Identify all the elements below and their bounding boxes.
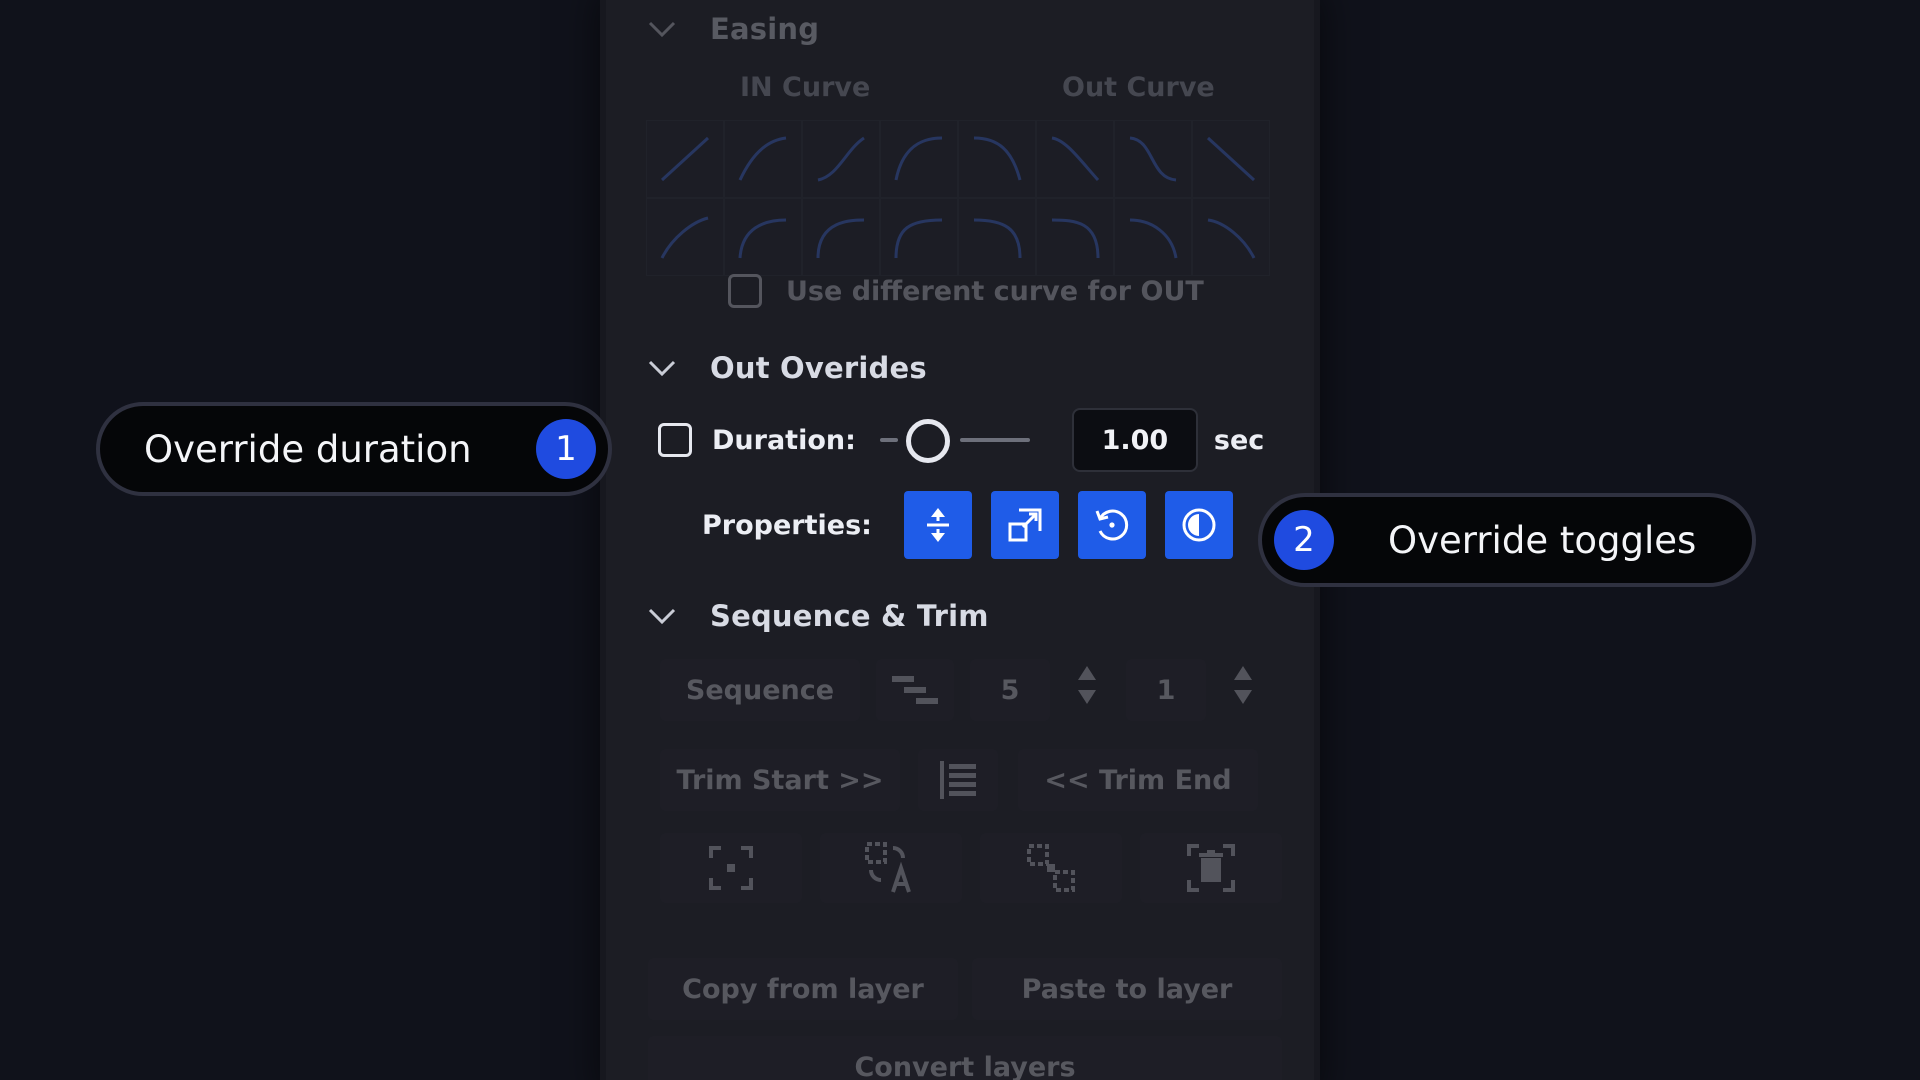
sequence-a-stepper[interactable] xyxy=(1078,666,1096,704)
different-curve-label: Use different curve for OUT xyxy=(786,275,1204,307)
curve-soft-up-icon xyxy=(660,216,709,259)
curve-round-down-icon xyxy=(973,218,1022,259)
slider-track-filled xyxy=(879,438,898,442)
sequence-b-stepper[interactable] xyxy=(1234,666,1252,704)
focus-select-icon xyxy=(709,846,753,890)
duration-slider[interactable] xyxy=(879,417,1030,463)
move-vertical-icon xyxy=(926,508,949,542)
increment-icon[interactable] xyxy=(1078,666,1096,680)
layer-panel: Easing IN Curve Out Curve Use different … xyxy=(600,0,1320,1080)
properties-label: Properties: xyxy=(702,509,872,541)
different-curve-checkbox[interactable] xyxy=(728,274,762,308)
out-curve-label: Out Curve xyxy=(1062,72,1215,103)
sequence-trim-header[interactable]: Sequence & Trim xyxy=(646,599,989,633)
split-layer-button[interactable] xyxy=(980,833,1122,903)
curve-ease-icon xyxy=(894,136,943,181)
curve-preset[interactable] xyxy=(1114,198,1192,276)
scale-toggle-button[interactable] xyxy=(990,491,1059,559)
sequence-trim-title: Sequence & Trim xyxy=(710,599,989,633)
trash-icon xyxy=(1187,844,1235,892)
curve-preset[interactable] xyxy=(802,120,880,198)
sequence-value-a-input[interactable]: 5 xyxy=(970,659,1050,721)
align-lines-icon xyxy=(940,761,976,799)
callout-badge: 2 xyxy=(1274,510,1334,570)
duration-unit: sec xyxy=(1213,424,1265,456)
swap-layer-button[interactable] xyxy=(820,833,962,903)
curve-preset[interactable] xyxy=(1114,120,1192,198)
paste-to-layer-button[interactable]: Paste to layer xyxy=(972,958,1282,1020)
curve-preset[interactable] xyxy=(958,198,1036,276)
easing-title: Easing xyxy=(710,12,820,46)
curve-s-down-icon xyxy=(1129,136,1177,182)
decrement-icon[interactable] xyxy=(1234,690,1252,704)
easing-header[interactable]: Easing xyxy=(646,12,819,46)
curve-preset[interactable] xyxy=(724,198,802,276)
curve-preset[interactable] xyxy=(802,198,880,276)
copy-from-layer-button[interactable]: Copy from layer xyxy=(648,958,958,1020)
chevron-down-icon xyxy=(648,360,676,377)
different-curve-option[interactable]: Use different curve for OUT xyxy=(728,274,1204,308)
stagger-icon xyxy=(892,676,938,704)
callout-text: Override duration xyxy=(144,427,472,471)
select-layer-button[interactable] xyxy=(660,833,802,903)
curve-preset[interactable] xyxy=(880,198,958,276)
trim-end-button[interactable]: << Trim End xyxy=(1018,749,1258,811)
scale-icon xyxy=(1008,508,1042,542)
split-boxes-icon xyxy=(1027,844,1075,892)
slider-knob[interactable] xyxy=(905,419,950,463)
duration-override-checkbox[interactable] xyxy=(658,423,692,457)
trim-start-button[interactable]: Trim Start >> xyxy=(660,749,900,811)
curve-preset[interactable] xyxy=(958,120,1036,198)
curve-preset[interactable] xyxy=(646,120,724,198)
curve-linear-down-icon xyxy=(1206,136,1256,182)
override-toggles-callout: 2 Override toggles xyxy=(1258,493,1756,587)
sequence-stagger-button[interactable] xyxy=(876,659,954,721)
curve-soft-down-icon xyxy=(1207,218,1256,259)
override-duration-callout: Override duration 1 xyxy=(96,402,612,496)
curve-preset[interactable] xyxy=(1036,198,1114,276)
curve-ease-down-icon xyxy=(973,136,1022,181)
sequence-value-b-input[interactable]: 1 xyxy=(1126,659,1206,721)
decrement-icon[interactable] xyxy=(1078,690,1096,704)
out-overrides-title: Out Overides xyxy=(710,351,927,385)
curve-preset[interactable] xyxy=(880,120,958,198)
curve-drop-icon xyxy=(1051,136,1100,182)
curve-ease-in-icon xyxy=(817,136,865,182)
duration-label: Duration: xyxy=(712,424,856,456)
duration-input[interactable]: 1.00 xyxy=(1071,408,1198,472)
curve-corner-up-icon xyxy=(816,218,865,259)
delete-layer-button[interactable] xyxy=(1140,833,1282,903)
in-curve-label: IN Curve xyxy=(740,72,871,103)
sequence-button[interactable]: Sequence xyxy=(660,659,860,721)
chevron-down-icon xyxy=(648,608,676,625)
slider-track xyxy=(959,438,1030,442)
curve-arc-up-icon xyxy=(738,218,787,259)
callout-badge: 1 xyxy=(536,419,596,479)
out-overrides-header[interactable]: Out Overides xyxy=(646,351,927,385)
opacity-icon xyxy=(1182,508,1216,542)
curve-linear-icon xyxy=(660,136,710,182)
trim-align-button[interactable] xyxy=(918,749,998,811)
rotation-toggle-button[interactable] xyxy=(1077,491,1146,559)
properties-row: Properties: xyxy=(702,490,1252,560)
callout-text: Override toggles xyxy=(1388,518,1697,562)
convert-layers-button[interactable]: Convert layers xyxy=(648,1036,1282,1080)
curve-grid xyxy=(646,120,1270,276)
opacity-toggle-button[interactable] xyxy=(1164,491,1233,559)
curve-preset[interactable] xyxy=(724,120,802,198)
curve-preset[interactable] xyxy=(1192,198,1270,276)
position-toggle-button[interactable] xyxy=(903,491,972,559)
curve-corner-down-icon xyxy=(1051,218,1100,259)
curve-preset[interactable] xyxy=(1036,120,1114,198)
curve-preset[interactable] xyxy=(646,198,724,276)
swap-text-icon xyxy=(865,842,911,893)
curve-round-up-icon xyxy=(894,218,943,259)
chevron-down-icon xyxy=(648,21,676,38)
curve-preset[interactable] xyxy=(1192,120,1270,198)
curve-arc-down-icon xyxy=(1129,218,1178,259)
curve-ease-out-icon xyxy=(738,136,787,181)
duration-row: Duration: 1.00 sec xyxy=(658,408,1264,472)
increment-icon[interactable] xyxy=(1234,666,1252,680)
rotate-icon xyxy=(1095,509,1129,541)
